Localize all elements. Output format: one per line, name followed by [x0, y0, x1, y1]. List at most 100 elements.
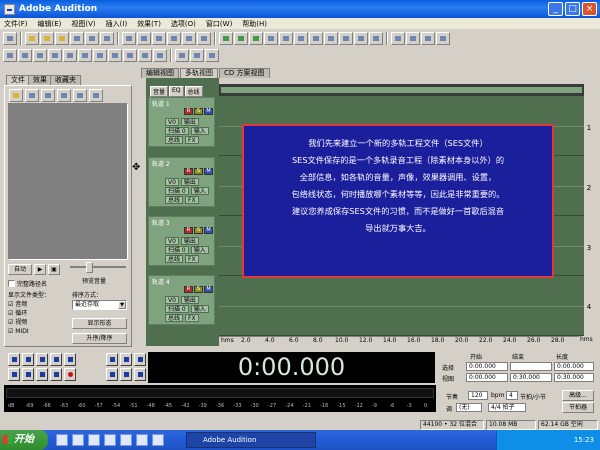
tab-favorites[interactable]: 收藏夹: [50, 75, 81, 85]
selection-end-field[interactable]: [510, 362, 552, 371]
selection-window-icon[interactable]: [138, 48, 152, 62]
envelope-icon[interactable]: [354, 31, 368, 45]
paste-icon[interactable]: [182, 31, 196, 45]
window-layout-icon[interactable]: [3, 48, 17, 62]
copy-icon[interactable]: [167, 31, 181, 45]
group-icon[interactable]: [324, 31, 338, 45]
tab-multitrack-view[interactable]: 多轨视图: [180, 68, 218, 78]
view-end-field[interactable]: 0:30.000: [510, 373, 552, 382]
zoom-left-icon[interactable]: [120, 368, 132, 381]
mode-toggle-icon[interactable]: [3, 31, 17, 45]
organizer-icon[interactable]: [18, 48, 32, 62]
quicklaunch-media-icon[interactable]: [88, 434, 100, 446]
panel-resize-icon[interactable]: ✥: [132, 162, 140, 173]
zoom-selection-icon[interactable]: [106, 368, 118, 381]
track-4-input[interactable]: 输入: [190, 305, 209, 313]
open-append-icon[interactable]: [55, 31, 69, 45]
track-4-bus[interactable]: 总线: [165, 314, 184, 322]
save-as-icon[interactable]: [85, 31, 99, 45]
transport-window-icon[interactable]: [93, 48, 107, 62]
save-all-icon[interactable]: [100, 31, 114, 45]
mixdown-icon[interactable]: [264, 31, 278, 45]
lock-icon[interactable]: [309, 31, 323, 45]
bounce-icon[interactable]: [279, 31, 293, 45]
track-2-input[interactable]: 输入: [190, 187, 209, 195]
track-2-pan[interactable]: 扫描 0: [165, 187, 189, 195]
import-file-icon[interactable]: [9, 88, 23, 102]
fast-forward-icon[interactable]: [36, 368, 48, 381]
quicklaunch-app-icon[interactable]: [120, 434, 132, 446]
cut-icon[interactable]: [152, 31, 166, 45]
track-3-bus[interactable]: 总线: [165, 255, 184, 263]
edit-file-icon[interactable]: [41, 88, 55, 102]
option-audio[interactable]: ☑ 音频: [8, 300, 29, 309]
insert-audio-icon[interactable]: [219, 31, 233, 45]
quicklaunch-desktop-icon[interactable]: [72, 434, 84, 446]
quicklaunch-app-icon[interactable]: [152, 434, 164, 446]
time-select-icon[interactable]: [406, 31, 420, 45]
zoom-right-icon[interactable]: [134, 368, 146, 381]
full-path-checkbox[interactable]: [8, 280, 15, 287]
split-icon[interactable]: [339, 31, 353, 45]
mute-icon[interactable]: M: [204, 286, 213, 293]
sort-order-button[interactable]: 升序/降序: [72, 333, 127, 344]
track-1-volume[interactable]: V0: [165, 118, 179, 126]
time-window-icon[interactable]: [108, 48, 122, 62]
track-4-fx[interactable]: FX: [185, 314, 199, 322]
file-list[interactable]: [8, 103, 128, 260]
view-length-field[interactable]: 0:30.000: [554, 373, 594, 382]
close-button[interactable]: ×: [582, 2, 597, 16]
level-meter-icon[interactable]: [78, 48, 92, 62]
track-1-input[interactable]: 输入: [190, 127, 209, 135]
mute-icon[interactable]: M: [204, 227, 213, 234]
mute-icon[interactable]: M: [204, 108, 213, 115]
menu-edit[interactable]: 编辑(E): [38, 19, 62, 29]
tempo-window-icon[interactable]: [153, 48, 167, 62]
option-video[interactable]: ☑ 视频: [8, 318, 29, 327]
track-1-fx[interactable]: FX: [185, 136, 199, 144]
tab-edit-view[interactable]: 编辑视图: [141, 68, 179, 78]
move-tool-icon[interactable]: [436, 31, 450, 45]
maximize-button[interactable]: □: [565, 2, 580, 16]
solo-icon[interactable]: S: [194, 108, 203, 115]
undo-icon[interactable]: [122, 31, 136, 45]
stop-icon[interactable]: [8, 353, 20, 366]
track-1-output[interactable]: 输出: [180, 118, 199, 126]
new-icon[interactable]: [25, 31, 39, 45]
track-1-controls[interactable]: 轨道 1 RSM V0 输出 扫描 0 输入 总线 FX: [148, 97, 215, 147]
view-start-field[interactable]: 0:00.000: [466, 373, 508, 382]
track-2-output[interactable]: 输出: [180, 178, 199, 186]
tab-bus[interactable]: 总线: [184, 86, 203, 97]
tray-clock[interactable]: 15:23: [574, 436, 594, 444]
play-looped-icon[interactable]: [64, 353, 76, 366]
snap-icon[interactable]: [391, 31, 405, 45]
tab-eq[interactable]: EQ: [169, 86, 184, 97]
track-2-bus[interactable]: 总线: [165, 196, 184, 204]
menu-insert[interactable]: 插入(I): [106, 19, 128, 29]
preview-volume-slider-thumb[interactable]: [86, 262, 93, 273]
menu-view[interactable]: 视图(V): [71, 19, 95, 29]
track-3-name[interactable]: 轨道 3: [152, 218, 170, 227]
metronome-button[interactable]: 节拍器: [562, 402, 594, 413]
insert-midi-icon[interactable]: [249, 31, 263, 45]
video-window-icon[interactable]: [48, 48, 62, 62]
play-icon[interactable]: [22, 353, 34, 366]
quicklaunch-folder-icon[interactable]: [104, 434, 116, 446]
start-button[interactable]: 开始: [0, 430, 48, 450]
preview-volume-slider-track[interactable]: [70, 266, 126, 268]
zoom-window-icon[interactable]: [123, 48, 137, 62]
loop-preview-button[interactable]: ▣: [48, 264, 60, 275]
zoom-in-icon[interactable]: [106, 353, 118, 366]
tempo-field[interactable]: 120: [468, 391, 488, 400]
record-arm-icon[interactable]: R: [184, 108, 193, 115]
track-2-controls[interactable]: 轨道 2 RSM V0 输出 扫描 0 输入 总线 FX: [148, 157, 215, 207]
track-4-volume[interactable]: V0: [165, 296, 179, 304]
menu-file[interactable]: 文件(F): [4, 19, 28, 29]
track-4-controls[interactable]: 轨道 4 RSM V0 输出 扫描 0 输入 总线 FX: [148, 275, 215, 325]
save-icon[interactable]: [70, 31, 84, 45]
help-icon[interactable]: [205, 48, 219, 62]
open-icon[interactable]: [40, 31, 54, 45]
time-signature-dropdown[interactable]: 4/4 拍子: [488, 403, 526, 412]
loop-icon[interactable]: [294, 31, 308, 45]
track-1-bus[interactable]: 总线: [165, 136, 184, 144]
